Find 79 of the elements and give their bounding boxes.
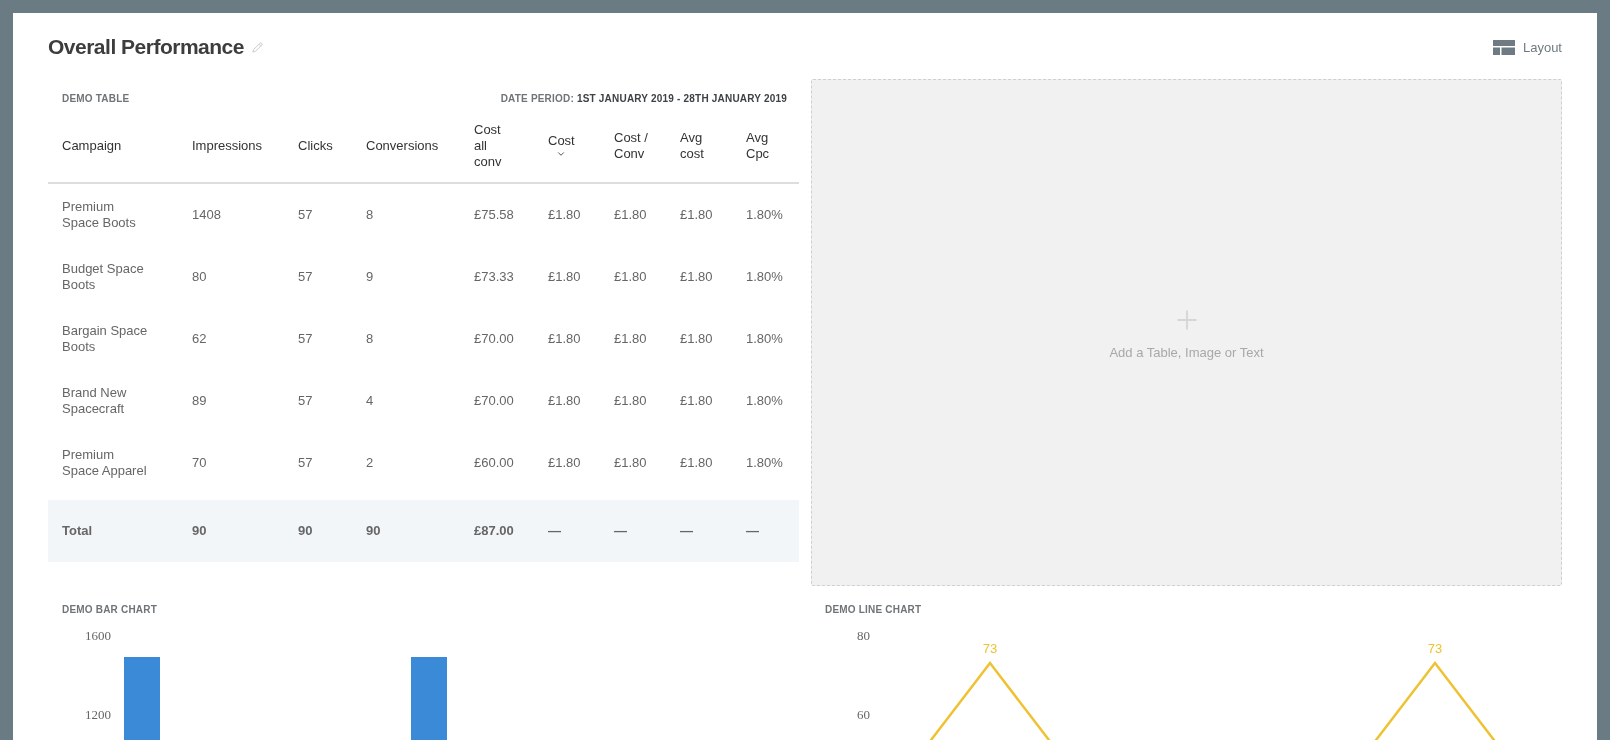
table-cell-text: £70.00 [474, 331, 515, 347]
total-cell-text: 90 [298, 523, 314, 539]
total-cell-text: £87.00 [474, 523, 515, 539]
layout-button[interactable]: Layout [1492, 39, 1562, 55]
axis-tick-label: 1200 [85, 707, 111, 722]
sort-caret-icon [556, 149, 567, 159]
table-cell-text: £1.80 [548, 207, 582, 223]
table-cell-text: £70.00 [474, 393, 515, 409]
column-header[interactable]: Impressions [192, 138, 263, 154]
table-cell-text: 57 [298, 207, 314, 223]
table-cell-text: £1.80 [680, 455, 714, 471]
table-cell-text: £1.80 [680, 207, 714, 223]
column-header[interactable]: Campaign [62, 138, 122, 154]
placeholder-text: Add a Table, Image or Text [1109, 345, 1264, 360]
table-cell-text: £1.80 [614, 393, 648, 409]
table-cell-text: £75.58 [474, 207, 515, 223]
total-cell-text: — [746, 523, 760, 539]
total-cell-text: 90 [366, 523, 382, 539]
table-cell-text: Premium Space Boots [62, 199, 137, 231]
table-cell-text: £1.80 [614, 269, 648, 285]
table-cell-text: £60.00 [474, 455, 515, 471]
column-header[interactable]: Cost / Conv [614, 130, 656, 162]
total-cell-text: — [548, 523, 562, 539]
axis-tick-label: 80 [857, 628, 870, 643]
table-cell-text: 57 [298, 269, 314, 285]
page-title: Overall Performance [48, 35, 244, 59]
column-header[interactable]: Cost all conv [474, 122, 516, 170]
table-cell: Bargain Space Boots [62, 323, 148, 355]
table-cell-text: £1.80 [680, 269, 714, 285]
table-cell-text: 2 [366, 455, 375, 471]
table-cell-text: £1.80 [614, 455, 648, 471]
table-cell-text: £1.80 [614, 207, 648, 223]
date-period: DATE PERIOD: 1ST JANUARY 2019 - 28TH JANUARY 2019 [500, 93, 787, 104]
edit-pencil-icon[interactable] [251, 41, 263, 53]
table-cell-text: 89 [192, 393, 208, 409]
table-cell-text: 8 [366, 331, 375, 347]
table-cell-text: £1.80 [548, 393, 582, 409]
table-cell-text: £1.80 [548, 455, 582, 471]
table-cell-text: 1.80% [746, 455, 784, 471]
table-cell-text: 1.80% [746, 393, 784, 409]
data-label: 73 [982, 641, 998, 656]
table-cell-text: 80 [192, 269, 208, 285]
total-cell-text: 90 [192, 523, 208, 539]
table-cell-text: 9 [366, 269, 375, 285]
data-label: 73 [1427, 641, 1443, 656]
layout-icon [1492, 39, 1515, 55]
total-cell-text: — [680, 523, 694, 539]
column-header[interactable]: Avg cost [680, 130, 722, 162]
table-cell-text: 1.80% [746, 207, 784, 223]
column-header[interactable]: Clicks [298, 138, 333, 154]
table-cell-text: 8 [366, 207, 375, 223]
table-cell-text: £1.80 [680, 393, 714, 409]
table-cell-text: £1.80 [548, 331, 582, 347]
column-header[interactable]: Conversions [366, 138, 439, 154]
table-cell-text: £1.80 [548, 269, 582, 285]
table-cell-text: 62 [192, 331, 208, 347]
column-header[interactable]: Avg Cpc [746, 130, 788, 162]
table-cell-text: £1.80 [614, 331, 648, 347]
chart-title: DEMO LINE CHART [825, 604, 922, 615]
table-cell-text: 57 [298, 455, 314, 471]
column-header[interactable]: Cost [548, 133, 575, 159]
table-cell: Premium Space Apparel [62, 447, 148, 479]
table-cell-text: Brand New Spacecraft [62, 385, 128, 417]
table-cell-text: 1.80% [746, 269, 784, 285]
table-cell-text: 1408 [192, 207, 222, 223]
axis-tick-label: 60 [857, 707, 870, 722]
axis-tick-label: 1600 [85, 628, 111, 643]
table-cell-text: Budget Space Boots [62, 261, 145, 293]
table-cell-text: £1.80 [680, 331, 714, 347]
total-cell-text: Total [62, 523, 94, 539]
table-cell-text: 4 [366, 393, 375, 409]
table-cell-text: 70 [192, 455, 208, 471]
table-cell-text: £73.33 [474, 269, 515, 285]
table-cell-text: 1.80% [746, 331, 784, 347]
table-title: DEMO TABLE [62, 93, 130, 104]
chart-title: DEMO BAR CHART [62, 604, 158, 615]
table-cell-text: 57 [298, 393, 314, 409]
total-cell-text: — [614, 523, 628, 539]
table-cell-text: 57 [298, 331, 314, 347]
